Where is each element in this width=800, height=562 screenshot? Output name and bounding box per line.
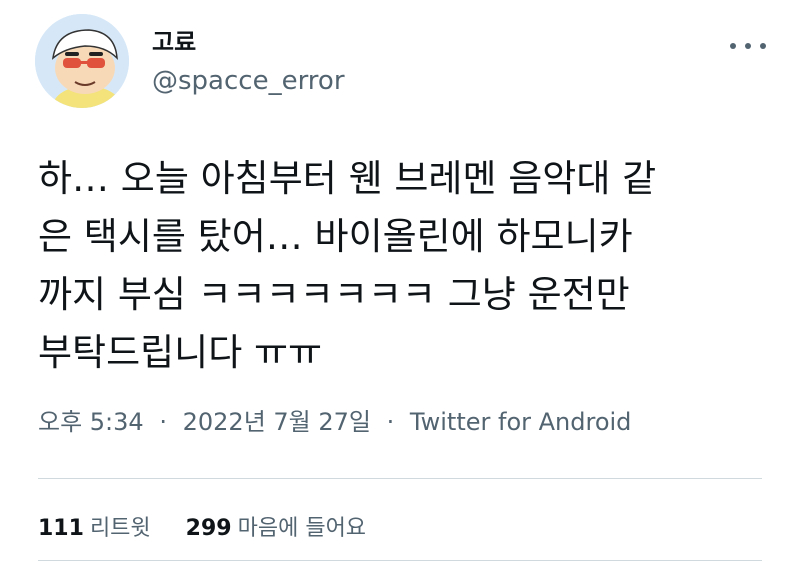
tweet-stats: 111 리트윗 299 마음에 들어요 [38, 510, 366, 542]
tweet-meta: 오후 5:34 · 2022년 7월 27일 · Twitter for And… [38, 402, 631, 437]
tweet-text: 하… 오늘 아침부터 웬 브레멘 음악대 같 은 택시를 탔어… 바이올린에 하… [38, 157, 657, 374]
author-handle[interactable]: @spacce_error [152, 66, 345, 96]
retweets-label: 리트윗 [89, 516, 151, 541]
likes-count: 299 [185, 516, 232, 541]
likes-stat[interactable]: 299 마음에 들어요 [186, 510, 366, 542]
cartoon-boy-avatar-icon [35, 14, 129, 108]
meta-separator: · [159, 408, 167, 436]
tweet-source[interactable]: Twitter for Android [410, 408, 631, 436]
more-dots-icon[interactable] [730, 36, 766, 56]
retweets-stat[interactable]: 111 리트윗 [38, 510, 151, 542]
likes-label: 마음에 들어요 [237, 516, 367, 541]
retweets-count: 111 [38, 516, 84, 541]
dot [730, 43, 736, 49]
divider [38, 478, 762, 479]
tweet-time[interactable]: 오후 5:34 [38, 408, 144, 436]
tweet-card: 고료 @spacce_error 하… 오늘 아침부터 웬 브레멘 음악대 같 … [0, 0, 800, 562]
meta-separator: · [386, 408, 395, 436]
author-name[interactable]: 고료 [152, 22, 196, 57]
tweet-date[interactable]: 2022년 7월 27일 [183, 408, 371, 436]
dot [760, 43, 766, 49]
dot [745, 43, 751, 49]
avatar[interactable] [35, 14, 129, 108]
divider [38, 560, 762, 561]
